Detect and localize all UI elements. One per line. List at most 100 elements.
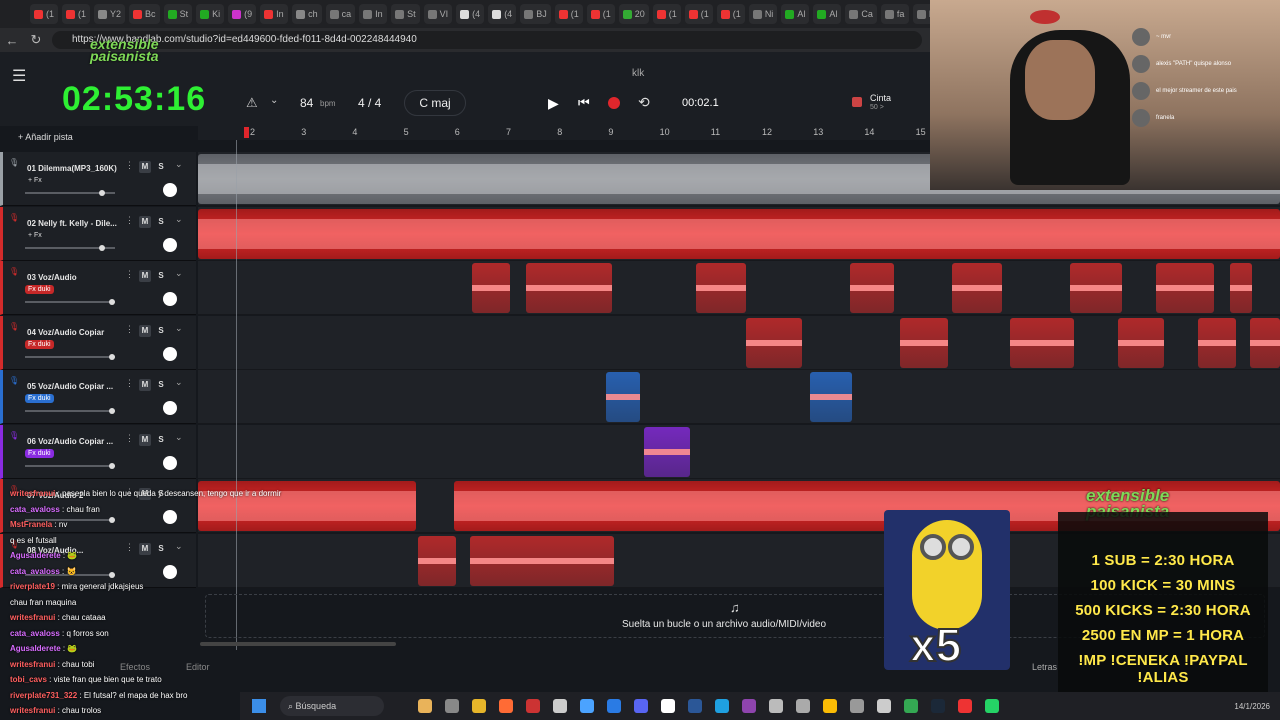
track-name[interactable]: 01 Dilemma(MP3_160K) — [27, 164, 119, 173]
audio-clip[interactable] — [1250, 317, 1280, 368]
solo-button[interactable]: S — [155, 434, 167, 446]
browser-tab[interactable]: (1 — [62, 4, 91, 24]
audio-clip[interactable] — [1230, 263, 1252, 313]
solo-button[interactable]: S — [155, 325, 167, 337]
audio-clip[interactable] — [1070, 263, 1122, 313]
key-selector[interactable]: C maj — [404, 90, 466, 116]
browser-tab[interactable]: 20 — [618, 4, 649, 24]
loop-marker[interactable] — [244, 127, 249, 138]
audio-clip[interactable] — [746, 317, 802, 368]
browser-tab[interactable]: (4 — [488, 4, 517, 24]
record-button[interactable] — [608, 97, 620, 109]
volume-slider[interactable] — [25, 299, 115, 305]
firefox-icon[interactable] — [499, 699, 513, 713]
play-button[interactable]: ▶ — [548, 95, 559, 112]
skip-back-button[interactable]: ⏮ — [578, 95, 590, 111]
track-lane[interactable] — [198, 315, 1280, 370]
audio-clip[interactable] — [696, 263, 746, 313]
chevron-down-icon[interactable]: ⌄ — [175, 323, 183, 334]
pan-knob[interactable] — [163, 183, 177, 197]
browser-tab[interactable]: (1 — [652, 4, 681, 24]
notion-icon[interactable] — [661, 699, 675, 713]
back-icon[interactable]: ← — [0, 33, 24, 48]
fx-badge[interactable]: Fx duki — [25, 285, 54, 294]
mute-button[interactable]: M — [139, 324, 151, 337]
track-menu-icon[interactable]: ⋮ — [125, 324, 134, 335]
solo-button[interactable]: S — [155, 270, 167, 282]
fx-badge[interactable]: + Fx — [25, 176, 45, 185]
volume-knob[interactable] — [99, 190, 105, 196]
volume-knob[interactable] — [109, 408, 115, 414]
browser-tab[interactable]: (9 — [228, 4, 257, 24]
audio-clip[interactable] — [1010, 317, 1074, 368]
mute-button[interactable]: M — [139, 161, 151, 173]
discord-icon[interactable] — [634, 699, 648, 713]
chevron-down-icon[interactable]: ⌄ — [270, 95, 278, 106]
audio-clip[interactable] — [810, 372, 852, 422]
emoji-icon[interactable] — [418, 699, 432, 713]
volume-slider[interactable] — [25, 408, 115, 414]
start-icon[interactable] — [252, 699, 266, 713]
audio-clip[interactable] — [900, 317, 948, 368]
solo-button[interactable]: S — [155, 216, 167, 228]
chevron-down-icon[interactable]: ⌄ — [175, 214, 183, 225]
url-field[interactable]: https://www.bandlab.com/studio?id=ed4496… — [52, 31, 922, 49]
bpm-value[interactable]: 84 — [300, 96, 313, 110]
pen-icon[interactable] — [553, 699, 567, 713]
track-menu-icon[interactable]: ⋮ — [125, 433, 134, 444]
track-menu-icon[interactable]: ⋮ — [125, 269, 134, 280]
mute-button[interactable]: M — [139, 215, 151, 228]
time-signature[interactable]: 4 / 4 — [358, 96, 381, 110]
word-icon[interactable] — [688, 699, 702, 713]
audio-clip[interactable] — [606, 372, 640, 422]
audio-clip[interactable] — [526, 263, 612, 313]
app-icon[interactable] — [742, 699, 756, 713]
browser-tab[interactable]: St — [391, 4, 420, 24]
audio-clip[interactable] — [1198, 317, 1236, 368]
opera-icon[interactable] — [526, 699, 540, 713]
volume-slider[interactable] — [25, 244, 115, 251]
chrome-icon[interactable] — [823, 699, 837, 713]
browser-tab[interactable]: (1 — [716, 4, 745, 24]
terminal-icon[interactable] — [850, 699, 864, 713]
cinta-label[interactable]: Cinta — [870, 93, 891, 103]
track-name[interactable]: 05 Voz/Audio Copiar ... — [27, 382, 119, 391]
volume-knob[interactable] — [99, 244, 105, 251]
cortana-icon[interactable] — [715, 699, 729, 713]
audio-clip[interactable] — [470, 535, 614, 586]
browser-tab[interactable]: Ni — [748, 4, 778, 24]
volume-slider[interactable] — [25, 353, 115, 360]
audio-clip[interactable] — [472, 263, 510, 313]
menu-icon[interactable]: ☰ — [12, 66, 26, 86]
track-lane[interactable] — [198, 424, 1280, 479]
browser-tab[interactable]: ca — [325, 4, 356, 24]
chevron-down-icon[interactable]: ⌄ — [175, 377, 183, 388]
lyrics-button[interactable]: Letras — [1032, 662, 1057, 672]
track-lane[interactable] — [198, 370, 1280, 424]
fx-badge[interactable]: + Fx — [25, 231, 45, 240]
reload-icon[interactable]: ↻ — [24, 32, 48, 48]
track-name[interactable]: 06 Voz/Audio Copiar ... — [27, 437, 119, 446]
browser-tab[interactable]: In — [260, 4, 289, 24]
chevron-down-icon[interactable]: ⌄ — [175, 268, 183, 279]
track-lane[interactable] — [198, 261, 1280, 315]
browser-tab[interactable]: Bc — [129, 4, 160, 24]
mute-button[interactable]: M — [139, 270, 151, 282]
browser-tab[interactable]: (1 — [554, 4, 583, 24]
browser-tab[interactable]: (1 — [30, 4, 59, 24]
volume-knob[interactable] — [109, 353, 115, 360]
chevron-down-icon[interactable]: ⌄ — [175, 159, 183, 170]
browser-tab[interactable]: fa — [880, 4, 909, 24]
pan-knob[interactable] — [163, 401, 177, 415]
loop-button[interactable]: ⟲ — [638, 94, 650, 111]
whatsapp-icon[interactable] — [985, 699, 999, 713]
track-name[interactable]: 02 Nelly ft. Kelly - Dile... — [27, 219, 119, 228]
browser-tab[interactable]: (1 — [684, 4, 713, 24]
solo-button[interactable]: S — [155, 379, 167, 391]
xbox-icon[interactable] — [958, 699, 972, 713]
track-name[interactable]: 04 Voz/Audio Copiar — [27, 328, 119, 337]
track-menu-icon[interactable]: ⋮ — [125, 215, 134, 226]
fx-badge[interactable]: Fx duki — [25, 394, 54, 403]
browser-tab[interactable]: Ki — [196, 4, 225, 24]
app-icon[interactable] — [877, 699, 891, 713]
